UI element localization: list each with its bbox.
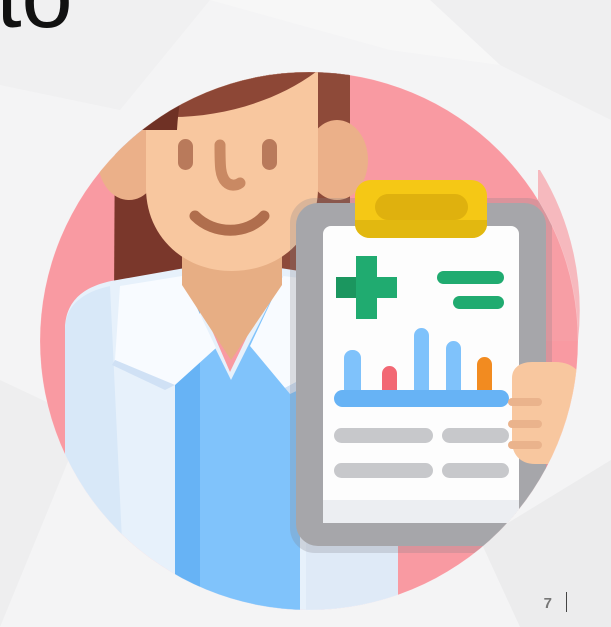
report-axis-line — [334, 390, 509, 407]
slide-canvas: to — [0, 0, 611, 627]
report-text-line-3 — [334, 463, 433, 478]
slide-number-divider — [566, 592, 567, 612]
doctor-illustration — [39, 71, 580, 611]
report-text-line-2 — [442, 428, 509, 443]
report-text-line-1 — [334, 428, 433, 443]
report-bar-3 — [414, 328, 429, 398]
report-line-middle — [453, 296, 504, 309]
report-text-line-4 — [442, 463, 509, 478]
doctor-left-eye — [178, 139, 193, 170]
report-line-top — [437, 271, 504, 284]
report-bar-4 — [446, 341, 461, 398]
slide-number: 7 — [543, 595, 552, 612]
doctor-right-eye — [262, 139, 277, 170]
